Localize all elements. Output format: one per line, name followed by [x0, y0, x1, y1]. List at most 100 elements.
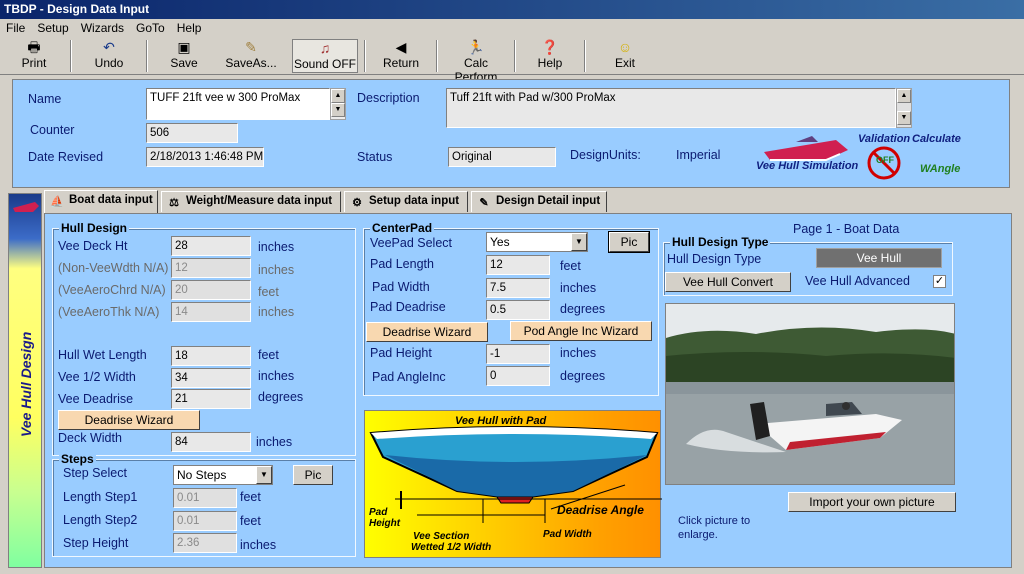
pad-length-unit: feet [560, 259, 581, 273]
runner-icon: 🏃 [467, 39, 485, 55]
status-label: Status [357, 150, 393, 164]
length-step1-label: Length Step1 [63, 490, 138, 504]
help-button[interactable]: ❓ Help [524, 39, 576, 73]
pad-height-field[interactable]: -1 [486, 344, 550, 364]
steps-pic-button[interactable]: Pic [293, 465, 333, 485]
sound-icon: ♫ [319, 40, 331, 56]
vee-deck-ht-field[interactable]: 28 [171, 236, 251, 256]
date-revised-label: Date Revised [28, 150, 104, 164]
vee-hull-advanced-checkbox[interactable]: ✓ [933, 275, 946, 288]
boat-tab-icon: ⛵ [50, 195, 64, 208]
deck-width-field[interactable]: 84 [171, 432, 251, 452]
undo-button[interactable]: ↶ Undo [80, 39, 138, 73]
description-field[interactable]: Tuff 21ft with Pad w/300 ProMax [446, 88, 896, 128]
hull-wet-length-field[interactable]: 18 [171, 346, 251, 366]
scale-icon: ⚖ [169, 196, 179, 209]
name-scrollbar[interactable]: ▲ ▼ [330, 88, 346, 120]
step-height-label: Step Height [63, 536, 129, 550]
hull-design-type-value[interactable]: Vee Hull [816, 248, 942, 268]
calculate-wangle-logo[interactable]: Calculate WAngle [912, 133, 972, 183]
boat-photo-image [666, 304, 954, 484]
description-scrollbar[interactable]: ▲ ▼ [896, 88, 912, 128]
menu-help[interactable]: Help [177, 21, 202, 35]
pad-width-label: Pad Width [372, 280, 430, 294]
vee-aero-thk-unit: inches [258, 305, 295, 319]
scroll-down-icon[interactable]: ▼ [331, 103, 345, 117]
boat-picture[interactable] [665, 303, 955, 485]
pad-deadrise-wizard-button[interactable]: Deadrise Wizard [366, 322, 488, 342]
vee-deadrise-unit: degrees [258, 390, 304, 404]
pad-deadrise-label: Pad Deadrise [370, 300, 446, 314]
design-detail-icon: ✎ [479, 196, 489, 209]
non-vee-width-field[interactable]: 12 [171, 258, 251, 278]
pad-angleinc-unit: degrees [560, 369, 606, 383]
hull-design-type-label: Hull Design Type [667, 252, 762, 266]
scroll-up-icon[interactable]: ▲ [897, 89, 911, 103]
diagram-deadrise-angle-label: Deadrise Angle [557, 503, 644, 517]
counter-label: Counter [30, 123, 75, 137]
step-height-unit: inches [240, 538, 277, 552]
calc-perform-button[interactable]: 🏃 Calc Perform [442, 39, 510, 84]
diagram-pad-height-label: Pad Height [369, 507, 401, 529]
scroll-down-icon[interactable]: ▼ [897, 111, 911, 125]
step-select-label: Step Select [63, 466, 127, 480]
veepad-select-dropdown[interactable]: Yes ▼ [486, 232, 588, 252]
diagram-title: Vee Hull with Pad [455, 415, 547, 427]
print-button[interactable]: 🖶 Print [8, 39, 60, 73]
pod-angle-inc-wizard-button[interactable]: Pod Angle Inc Wizard [510, 321, 652, 341]
name-field[interactable]: TUFF 21ft vee w 300 ProMax [146, 88, 330, 120]
setup-icon: ⚙ [352, 196, 362, 209]
description-label: Description [357, 91, 420, 105]
exit-button[interactable]: ☺ Exit [596, 39, 654, 73]
pad-angleinc-field[interactable]: 0 [486, 366, 550, 386]
click-hint-line2: enlarge. [678, 529, 718, 541]
vee-half-width-field[interactable]: 34 [171, 368, 251, 388]
sound-off-button[interactable]: ♫ Sound OFF [292, 39, 358, 73]
step-height-field[interactable]: 2.36 [173, 533, 237, 553]
vee-hull-simulation-logo[interactable]: Vee Hull Simulation [756, 130, 860, 178]
chevron-down-icon[interactable]: ▼ [256, 466, 272, 484]
diagram-wetted-label: Wetted 1/2 Width [411, 542, 492, 553]
length-step1-field[interactable]: 0.01 [173, 488, 237, 508]
step-select-dropdown[interactable]: No Steps ▼ [173, 465, 273, 485]
tab-setup-data[interactable]: ⚙ Setup data input [344, 191, 468, 212]
hull-wet-length-unit: feet [258, 348, 279, 362]
save-as-button[interactable]: ✎ SaveAs... [222, 39, 280, 73]
save-button[interactable]: ▣ Save [156, 39, 212, 73]
vee-aero-thk-label: (VeeAeroThk N/A) [58, 305, 160, 319]
vee-half-width-unit: inches [258, 369, 295, 383]
pad-length-field[interactable]: 12 [486, 255, 550, 275]
deck-width-unit: inches [256, 435, 293, 449]
menu-wizards[interactable]: Wizards [81, 21, 124, 35]
length-step2-label: Length Step2 [63, 513, 138, 527]
menu-file[interactable]: File [6, 21, 25, 35]
menu-goto[interactable]: GoTo [136, 21, 165, 35]
vee-aero-thk-field[interactable]: 14 [171, 302, 251, 322]
vee-hull-design-sidebar: Vee Hull Design [8, 193, 42, 568]
pad-height-unit: inches [560, 346, 597, 360]
vee-aero-chord-field[interactable]: 20 [171, 280, 251, 300]
vee-aero-chord-label: (VeeAeroChrd N/A) [58, 283, 166, 297]
scroll-up-icon[interactable]: ▲ [331, 89, 345, 103]
name-label: Name [28, 92, 62, 106]
tab-boat-data[interactable]: ⛵ Boat data input [44, 190, 158, 213]
hull-deadrise-wizard-button[interactable]: Deadrise Wizard [58, 410, 200, 430]
vee-deadrise-field[interactable]: 21 [171, 389, 251, 409]
vee-hull-convert-button[interactable]: Vee Hull Convert [665, 272, 791, 292]
help-icon: ❓ [541, 39, 559, 55]
pad-width-field[interactable]: 7.5 [486, 278, 550, 298]
tab-weight-measure[interactable]: ⚖ Weight/Measure data input [161, 191, 341, 212]
chevron-down-icon[interactable]: ▼ [571, 233, 587, 251]
return-button[interactable]: ◀ Return [372, 39, 430, 73]
menu-setup[interactable]: Setup [37, 21, 68, 35]
vee-hull-pad-diagram[interactable]: Vee Hull with Pad Pad Height Vee Section… [364, 410, 662, 558]
design-units-label: DesignUnits: [570, 148, 641, 162]
design-units-value: Imperial [676, 148, 721, 162]
import-picture-button[interactable]: Import your own picture [788, 492, 956, 512]
validation-logo[interactable]: Validation OFF [858, 133, 914, 183]
length-step2-field[interactable]: 0.01 [173, 511, 237, 531]
pad-deadrise-field[interactable]: 0.5 [486, 300, 550, 320]
tab-design-detail[interactable]: ✎ Design Detail input [471, 191, 607, 212]
centerpad-pic-button[interactable]: Pic [608, 231, 650, 253]
sidebar-title: Vee Hull Design [18, 331, 34, 437]
